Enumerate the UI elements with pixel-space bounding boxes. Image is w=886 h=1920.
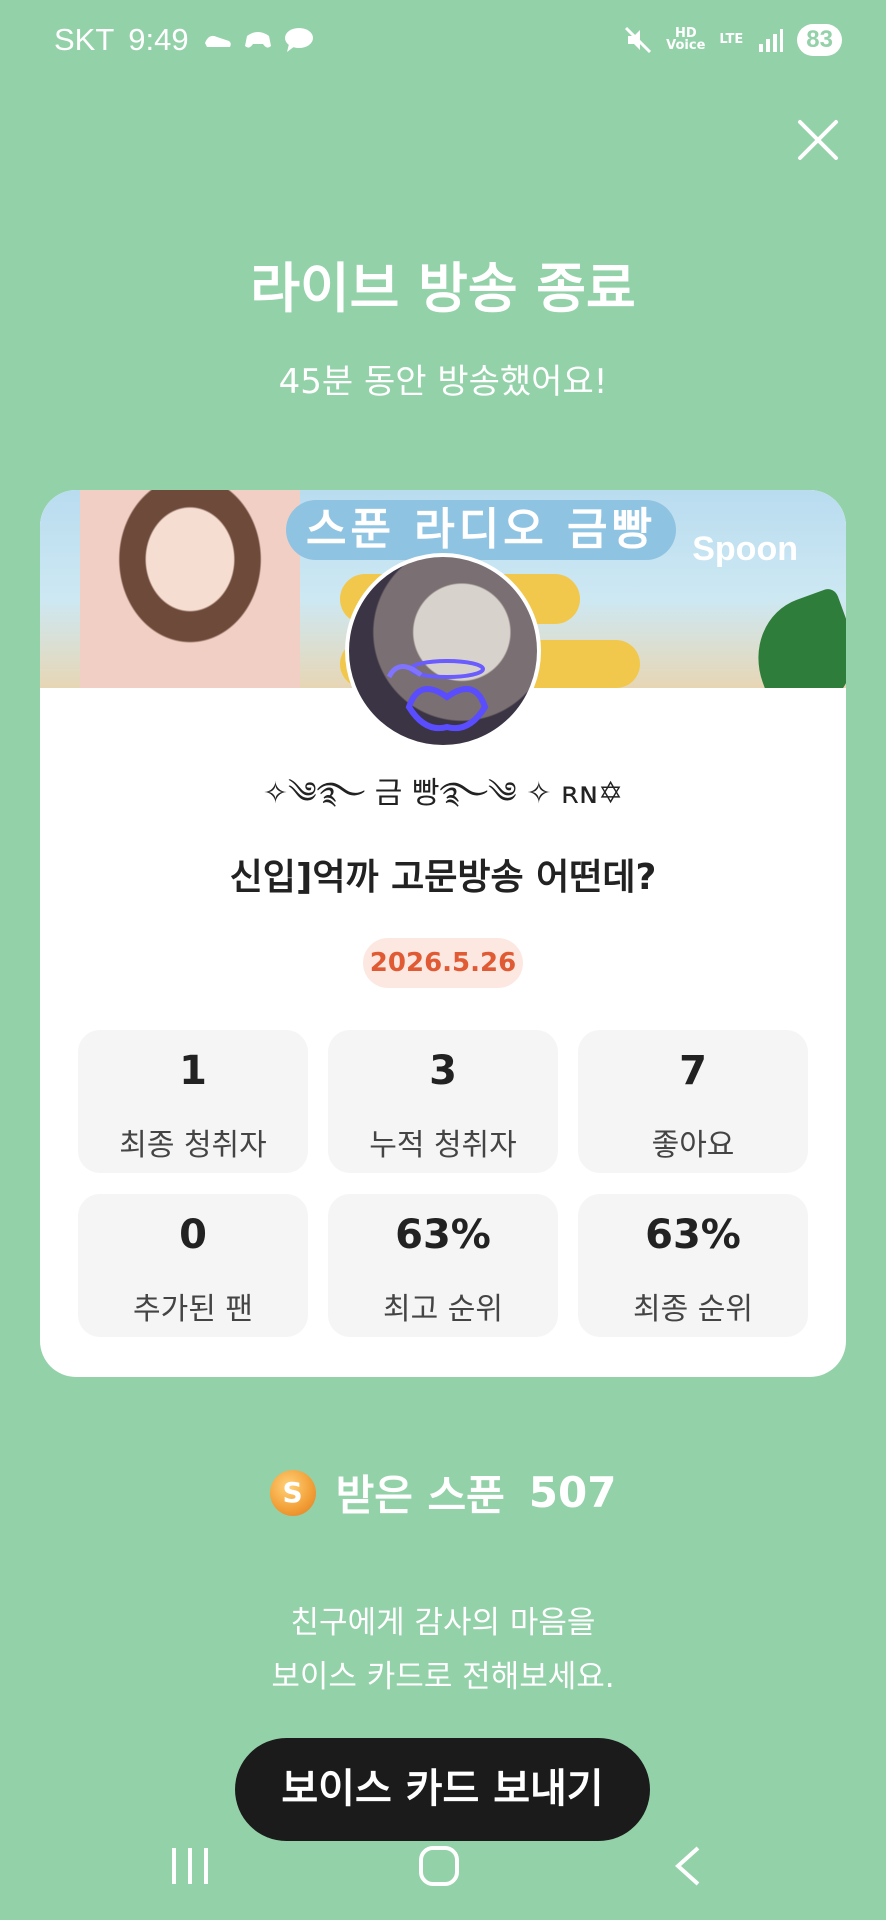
spoon-coin-icon: S — [269, 1469, 316, 1516]
broadcast-duration: 45분 동안 방송했어요! — [278, 362, 608, 402]
system-nav-bar — [0, 1830, 886, 1920]
host-avatar — [345, 553, 541, 749]
stat-label: 누적 청취자 — [369, 1128, 517, 1163]
stat-value: 3 — [429, 1048, 457, 1094]
close-icon — [798, 120, 838, 160]
lte-icon: LTE — [719, 32, 744, 47]
banner-title: 스푼 라디오 금빵 — [286, 500, 676, 560]
signal-icon — [759, 29, 784, 52]
carrier-label: SKT — [54, 22, 115, 57]
home-icon[interactable] — [417, 1844, 461, 1888]
game-icon — [244, 32, 271, 48]
avatar-art — [386, 659, 489, 731]
leaf-decoration — [740, 586, 846, 688]
hd-voice-icon: HD Voice — [666, 26, 706, 53]
send-voice-card-button[interactable]: 보이스 카드 보내기 — [235, 1738, 650, 1841]
stat-label: 좋아요 — [651, 1128, 735, 1163]
stat-best-rank: 63% 최고 순위 — [328, 1194, 558, 1337]
battery-indicator: 83 — [797, 24, 842, 56]
stat-label: 추가된 팬 — [133, 1292, 253, 1327]
spoons-received-label: 받은 스푼 — [335, 1471, 505, 1520]
close-button[interactable] — [794, 116, 842, 164]
stat-value: 1 — [179, 1048, 207, 1094]
mute-icon — [625, 26, 652, 54]
notification-icons — [203, 26, 315, 54]
stat-label: 최고 순위 — [383, 1292, 503, 1327]
spoon-logo: Spoon — [692, 530, 798, 568]
date-badge: 2026.5.26 — [363, 938, 523, 988]
broadcast-summary-card: 스푼 라디오 금빵 Spoon ✧༄࿐ 금 빵࿐༄ ✧ ʀɴ✡ 신입]억까 고문… — [40, 490, 846, 1377]
live-title: 신입]억까 고문방송 어떤데? — [229, 857, 657, 898]
stat-label: 최종 순위 — [633, 1292, 753, 1327]
thanks-line-1: 친구에게 감사의 마음을 — [290, 1605, 596, 1641]
stat-value: 63% — [645, 1212, 741, 1258]
status-bar: SKT 9:49 HD Voice LTE 83 — [0, 0, 886, 84]
status-bar-left: SKT 9:49 — [54, 22, 315, 58]
banner-photo — [80, 490, 300, 688]
chat-icon — [284, 28, 313, 52]
stat-final-listeners: 1 최종 청취자 — [78, 1030, 308, 1173]
host-name: ✧༄࿐ 금 빵࿐༄ ✧ ʀɴ✡ — [262, 776, 624, 811]
stat-final-rank: 63% 최종 순위 — [578, 1194, 808, 1337]
status-bar-right: HD Voice LTE 83 — [624, 24, 842, 56]
stat-new-fans: 0 추가된 팬 — [78, 1194, 308, 1337]
stat-value: 0 — [179, 1212, 207, 1258]
clock: 9:49 — [128, 22, 189, 57]
back-icon[interactable] — [668, 1844, 712, 1888]
page-title: 라이브 방송 종료 — [250, 257, 636, 320]
recent-apps-icon[interactable] — [168, 1844, 212, 1888]
shoe-icon — [204, 35, 231, 47]
stat-total-listeners: 3 누적 청취자 — [328, 1030, 558, 1173]
stat-value: 7 — [679, 1048, 707, 1094]
stat-label: 최종 청취자 — [119, 1128, 267, 1163]
thanks-line-2: 보이스 카드로 전해보세요. — [271, 1659, 615, 1695]
thanks-message: 친구에게 감사의 마음을 보이스 카드로 전해보세요. — [0, 1596, 886, 1704]
stat-likes: 7 좋아요 — [578, 1030, 808, 1173]
spoons-received-count: 507 — [528, 1468, 617, 1517]
spoons-received: S 받은 스푼 507 — [0, 1462, 886, 1523]
stat-value: 63% — [395, 1212, 491, 1258]
